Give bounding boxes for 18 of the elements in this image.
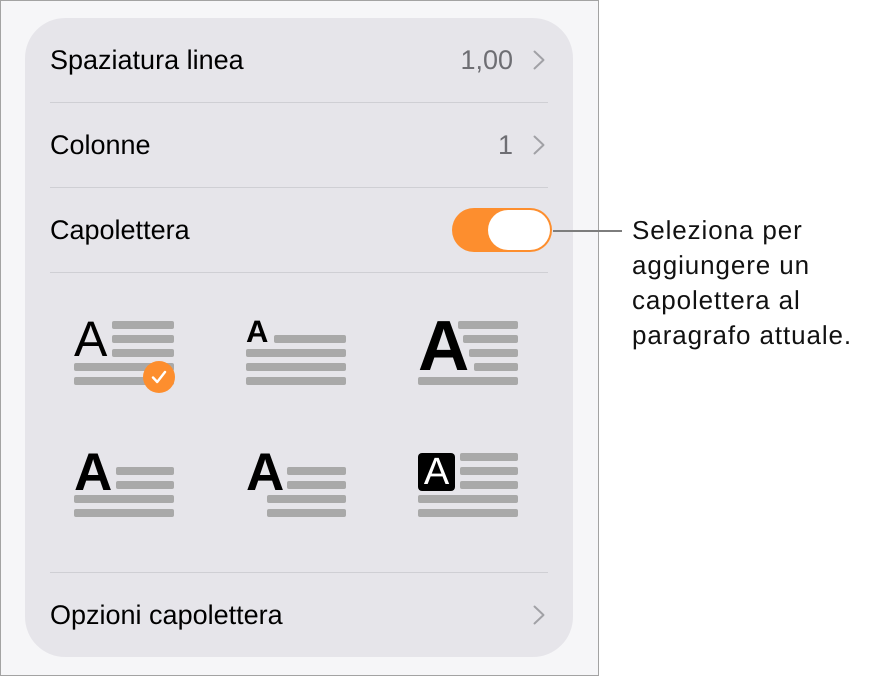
toggle-switch[interactable] (452, 208, 552, 252)
setting-label: Capolettera (50, 214, 190, 246)
setting-label: Colonne (50, 130, 151, 160)
chevron-right-icon[interactable] (533, 50, 545, 70)
drop-cap-style-button[interactable]: A (74, 453, 174, 517)
callout-text: Seleziona per aggiungere un capolettera al paragrafo attuale. (632, 214, 854, 352)
chevron-right-icon[interactable] (533, 605, 545, 625)
callout-line (553, 230, 622, 232)
setting-label: Opzioni capolettera (50, 600, 283, 630)
drop-cap-style-button[interactable]: A (418, 321, 518, 385)
drop-cap-style-button[interactable]: A (246, 321, 346, 385)
chevron-right-icon[interactable] (533, 135, 545, 155)
setting-value: 1 (498, 130, 513, 160)
drop-cap-style-button[interactable]: A (418, 453, 518, 517)
drop-cap-style-button[interactable]: A (246, 453, 346, 517)
checkmark-badge-icon (143, 361, 175, 393)
setting-value: 1,00 (460, 44, 513, 76)
setting-label: Spaziatura linea (50, 44, 244, 76)
